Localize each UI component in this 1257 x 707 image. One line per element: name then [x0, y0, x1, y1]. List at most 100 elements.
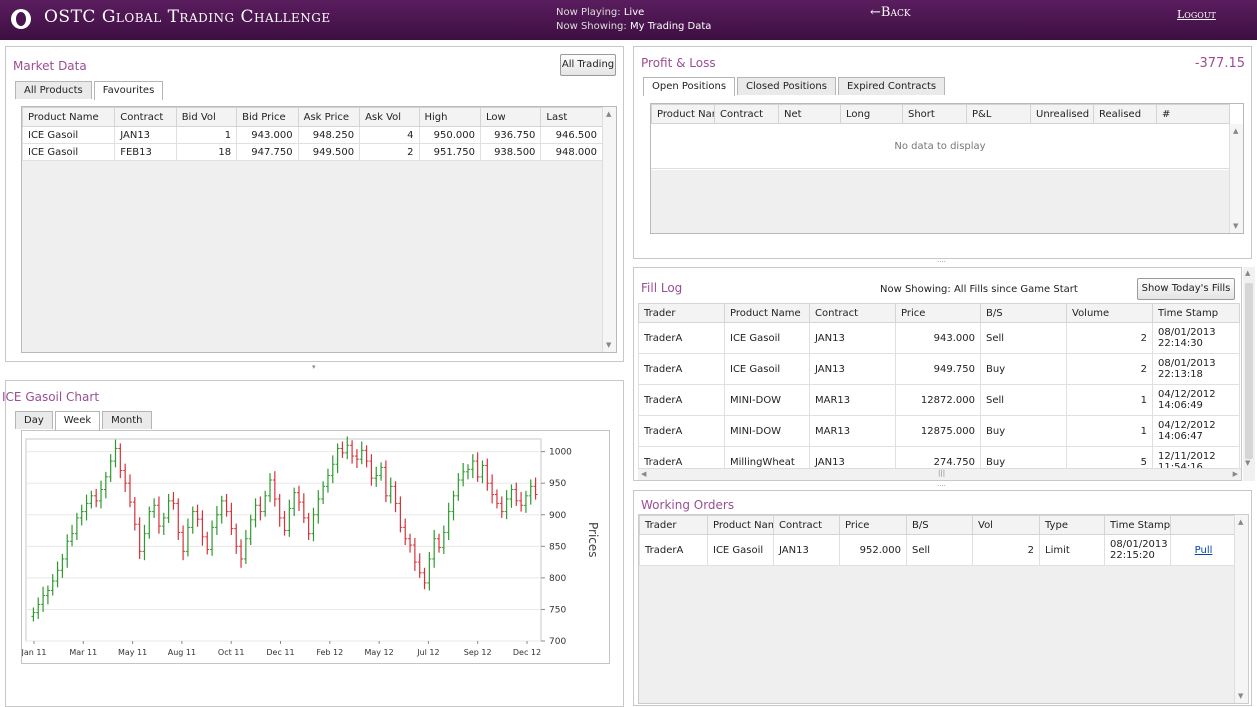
working-orders-table: TraderProduct NameContractPriceB/SVolTyp… — [639, 515, 1237, 566]
column-header[interactable]: B/S — [980, 303, 1067, 323]
orders-scrollbar[interactable]: ▲ ▼ — [1234, 515, 1248, 703]
column-header[interactable]: Low — [479, 107, 542, 127]
column-header[interactable]: High — [418, 107, 481, 127]
tab-favourites[interactable]: Favourites — [93, 81, 164, 100]
column-header[interactable]: Trader — [639, 515, 708, 535]
tab-all-products[interactable]: All Products — [15, 81, 92, 99]
table-cell: ICE Gasoil — [22, 126, 116, 144]
tab-week[interactable]: Week — [54, 411, 101, 430]
column-header[interactable]: Bid Price — [236, 107, 299, 127]
market-table: Product Name Contract Bid Vol Bid Price Ask … — [22, 107, 603, 161]
all-trading-button[interactable]: All Trading — [560, 54, 616, 76]
fill-log-vscrollbar[interactable]: ▲ ▼ — [1243, 267, 1255, 481]
y-tick-label: 1000 — [549, 448, 572, 458]
timestamp-time: 22:13:18 — [1158, 369, 1203, 380]
column-header[interactable]: Contract — [773, 515, 840, 535]
tab-expired-contracts[interactable]: Expired Contracts — [837, 77, 946, 95]
logout-link[interactable]: Logout — [1177, 8, 1216, 21]
column-header[interactable]: Product Name — [707, 515, 774, 535]
splitter-handle[interactable]: ▾ — [312, 363, 316, 371]
column-header[interactable] — [1170, 515, 1237, 535]
tab-month[interactable]: Month — [102, 411, 152, 429]
column-header[interactable]: Contract — [714, 104, 779, 124]
timestamp-cell: 04/12/2012 14:06:47 — [1152, 415, 1240, 447]
table-row[interactable]: TraderA ICE Gasoil JAN13 952.000 Sell 2 Limit 0… — [639, 534, 1237, 566]
fill-log-hscrollbar[interactable]: ◀ ||| ▶ — [638, 468, 1241, 480]
scroll-grip-icon[interactable]: ||| — [938, 469, 945, 477]
table-row[interactable]: TraderA MINI-DOW MAR13 12875.000 Buy 1 04/12/2… — [638, 415, 1240, 447]
scroll-left-icon[interactable]: ◀ — [641, 470, 646, 478]
x-tick-label: May 11 — [118, 648, 147, 657]
x-tick-label: Oct 11 — [218, 648, 245, 657]
column-header[interactable]: Product Name — [22, 107, 116, 127]
column-header[interactable]: Net — [778, 104, 841, 124]
table-cell: Buy — [980, 353, 1067, 385]
column-header[interactable]: Ask Price — [297, 107, 361, 127]
column-header[interactable]: B/S — [906, 515, 973, 535]
column-header[interactable]: Realised — [1093, 104, 1157, 124]
show-todays-fills-button[interactable]: Show Today's Fills — [1137, 278, 1235, 300]
table-cell: FEB13 — [114, 143, 177, 161]
column-header[interactable]: Short — [902, 104, 967, 124]
column-header[interactable]: Price — [839, 515, 907, 535]
table-cell: 936.750 — [479, 126, 542, 144]
column-header[interactable]: Ask Vol — [359, 107, 420, 127]
tab-open-positions[interactable]: Open Positions — [643, 77, 736, 96]
column-header[interactable]: Unrealised — [1030, 104, 1094, 124]
table-cell: Sell — [980, 384, 1067, 416]
table-cell: TraderA — [638, 415, 725, 447]
x-tick-label: Dec 11 — [266, 648, 294, 657]
scroll-down-icon[interactable]: ▼ — [1238, 692, 1243, 700]
timestamp-date: 08/01/2013 — [1158, 358, 1216, 369]
x-tick-label: Jul 12 — [416, 648, 439, 657]
column-header[interactable]: Trader — [638, 303, 725, 323]
column-header[interactable]: Product Name — [724, 303, 810, 323]
table-row[interactable]: TraderA MINI-DOW MAR13 12872.000 Sell 1 04/12/… — [638, 384, 1240, 416]
scroll-down-icon[interactable]: ▼ — [606, 341, 611, 349]
scroll-down-icon[interactable]: ▼ — [1245, 459, 1250, 467]
scroll-up-icon[interactable]: ▲ — [1245, 269, 1250, 277]
back-link[interactable]: ←Back — [870, 5, 911, 20]
table-cell: TraderA — [639, 534, 708, 566]
scroll-up-icon[interactable]: ▲ — [606, 110, 611, 118]
table-cell: 946.500 — [540, 126, 603, 144]
table-row[interactable]: TraderA ICE Gasoil JAN13 949.750 Buy 2 08/01/2… — [638, 353, 1240, 385]
column-header[interactable]: Volume — [1066, 303, 1153, 323]
column-header[interactable]: Last — [540, 107, 603, 127]
pnl-panel: Profit & Loss -377.15 Open Positions Clo… — [633, 46, 1252, 259]
tab-day[interactable]: Day — [15, 411, 53, 429]
table-cell: MINI-DOW — [724, 415, 810, 447]
column-header[interactable]: Contract — [809, 303, 896, 323]
column-header[interactable]: Time Stamp — [1104, 515, 1171, 535]
scroll-right-icon[interactable]: ▶ — [1233, 470, 1238, 478]
pnl-scrollbar[interactable]: ▲ ▼ — [1229, 124, 1243, 233]
x-tick-label: Dec 12 — [513, 648, 541, 657]
y-tick-label: 850 — [549, 542, 566, 552]
table-cell: 949.500 — [297, 143, 361, 161]
column-header[interactable]: Contract — [114, 107, 177, 127]
splitter-handle[interactable]: ···· — [937, 258, 946, 266]
scroll-up-icon[interactable]: ▲ — [1233, 127, 1238, 135]
tab-closed-positions[interactable]: Closed Positions — [737, 77, 836, 95]
column-header[interactable]: Price — [895, 303, 981, 323]
splitter-handle[interactable]: ···· — [937, 482, 946, 490]
scroll-up-icon[interactable]: ▲ — [1238, 518, 1243, 526]
table-row[interactable]: ICE Gasoil JAN13 1 943.000 948.250 4 950.000 93… — [22, 126, 603, 144]
column-header[interactable]: Vol — [972, 515, 1040, 535]
scroll-down-icon[interactable]: ▼ — [1233, 222, 1238, 230]
column-header[interactable]: Bid Vol — [175, 107, 238, 127]
x-tick-label: Mar 11 — [69, 648, 97, 657]
market-tabs: All Products Favourites — [15, 81, 165, 100]
table-row[interactable]: TraderA ICE Gasoil JAN13 943.000 Sell 2 08/01/… — [638, 322, 1240, 354]
column-header[interactable]: Long — [840, 104, 903, 124]
column-header[interactable]: Product Name — [651, 104, 715, 124]
table-row[interactable]: ICE Gasoil FEB13 18 947.750 949.500 2 951.750 9… — [22, 143, 603, 161]
column-header[interactable]: # — [1156, 104, 1230, 124]
column-header[interactable]: Time Stamp — [1152, 303, 1240, 323]
column-header[interactable]: Type — [1039, 515, 1105, 535]
pull-order-link[interactable]: Pull — [1195, 545, 1213, 556]
market-scrollbar[interactable]: ▲ ▼ — [602, 107, 616, 352]
table-cell: JAN13 — [773, 534, 840, 566]
column-header[interactable]: P&L — [966, 104, 1031, 124]
y-tick-label: 700 — [549, 637, 566, 647]
